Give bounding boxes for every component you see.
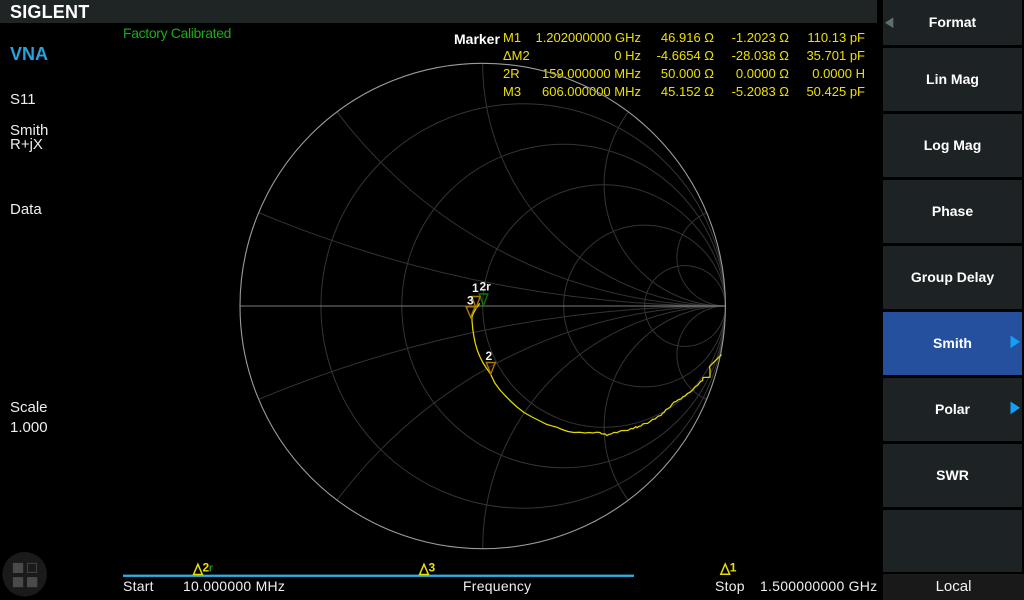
svg-text:2r: 2r xyxy=(480,280,492,294)
svg-text:3: 3 xyxy=(467,293,474,307)
svg-text:r: r xyxy=(209,563,214,575)
svg-text:3: 3 xyxy=(429,561,436,575)
svg-text:1: 1 xyxy=(730,561,737,575)
svg-text:2: 2 xyxy=(486,349,493,363)
